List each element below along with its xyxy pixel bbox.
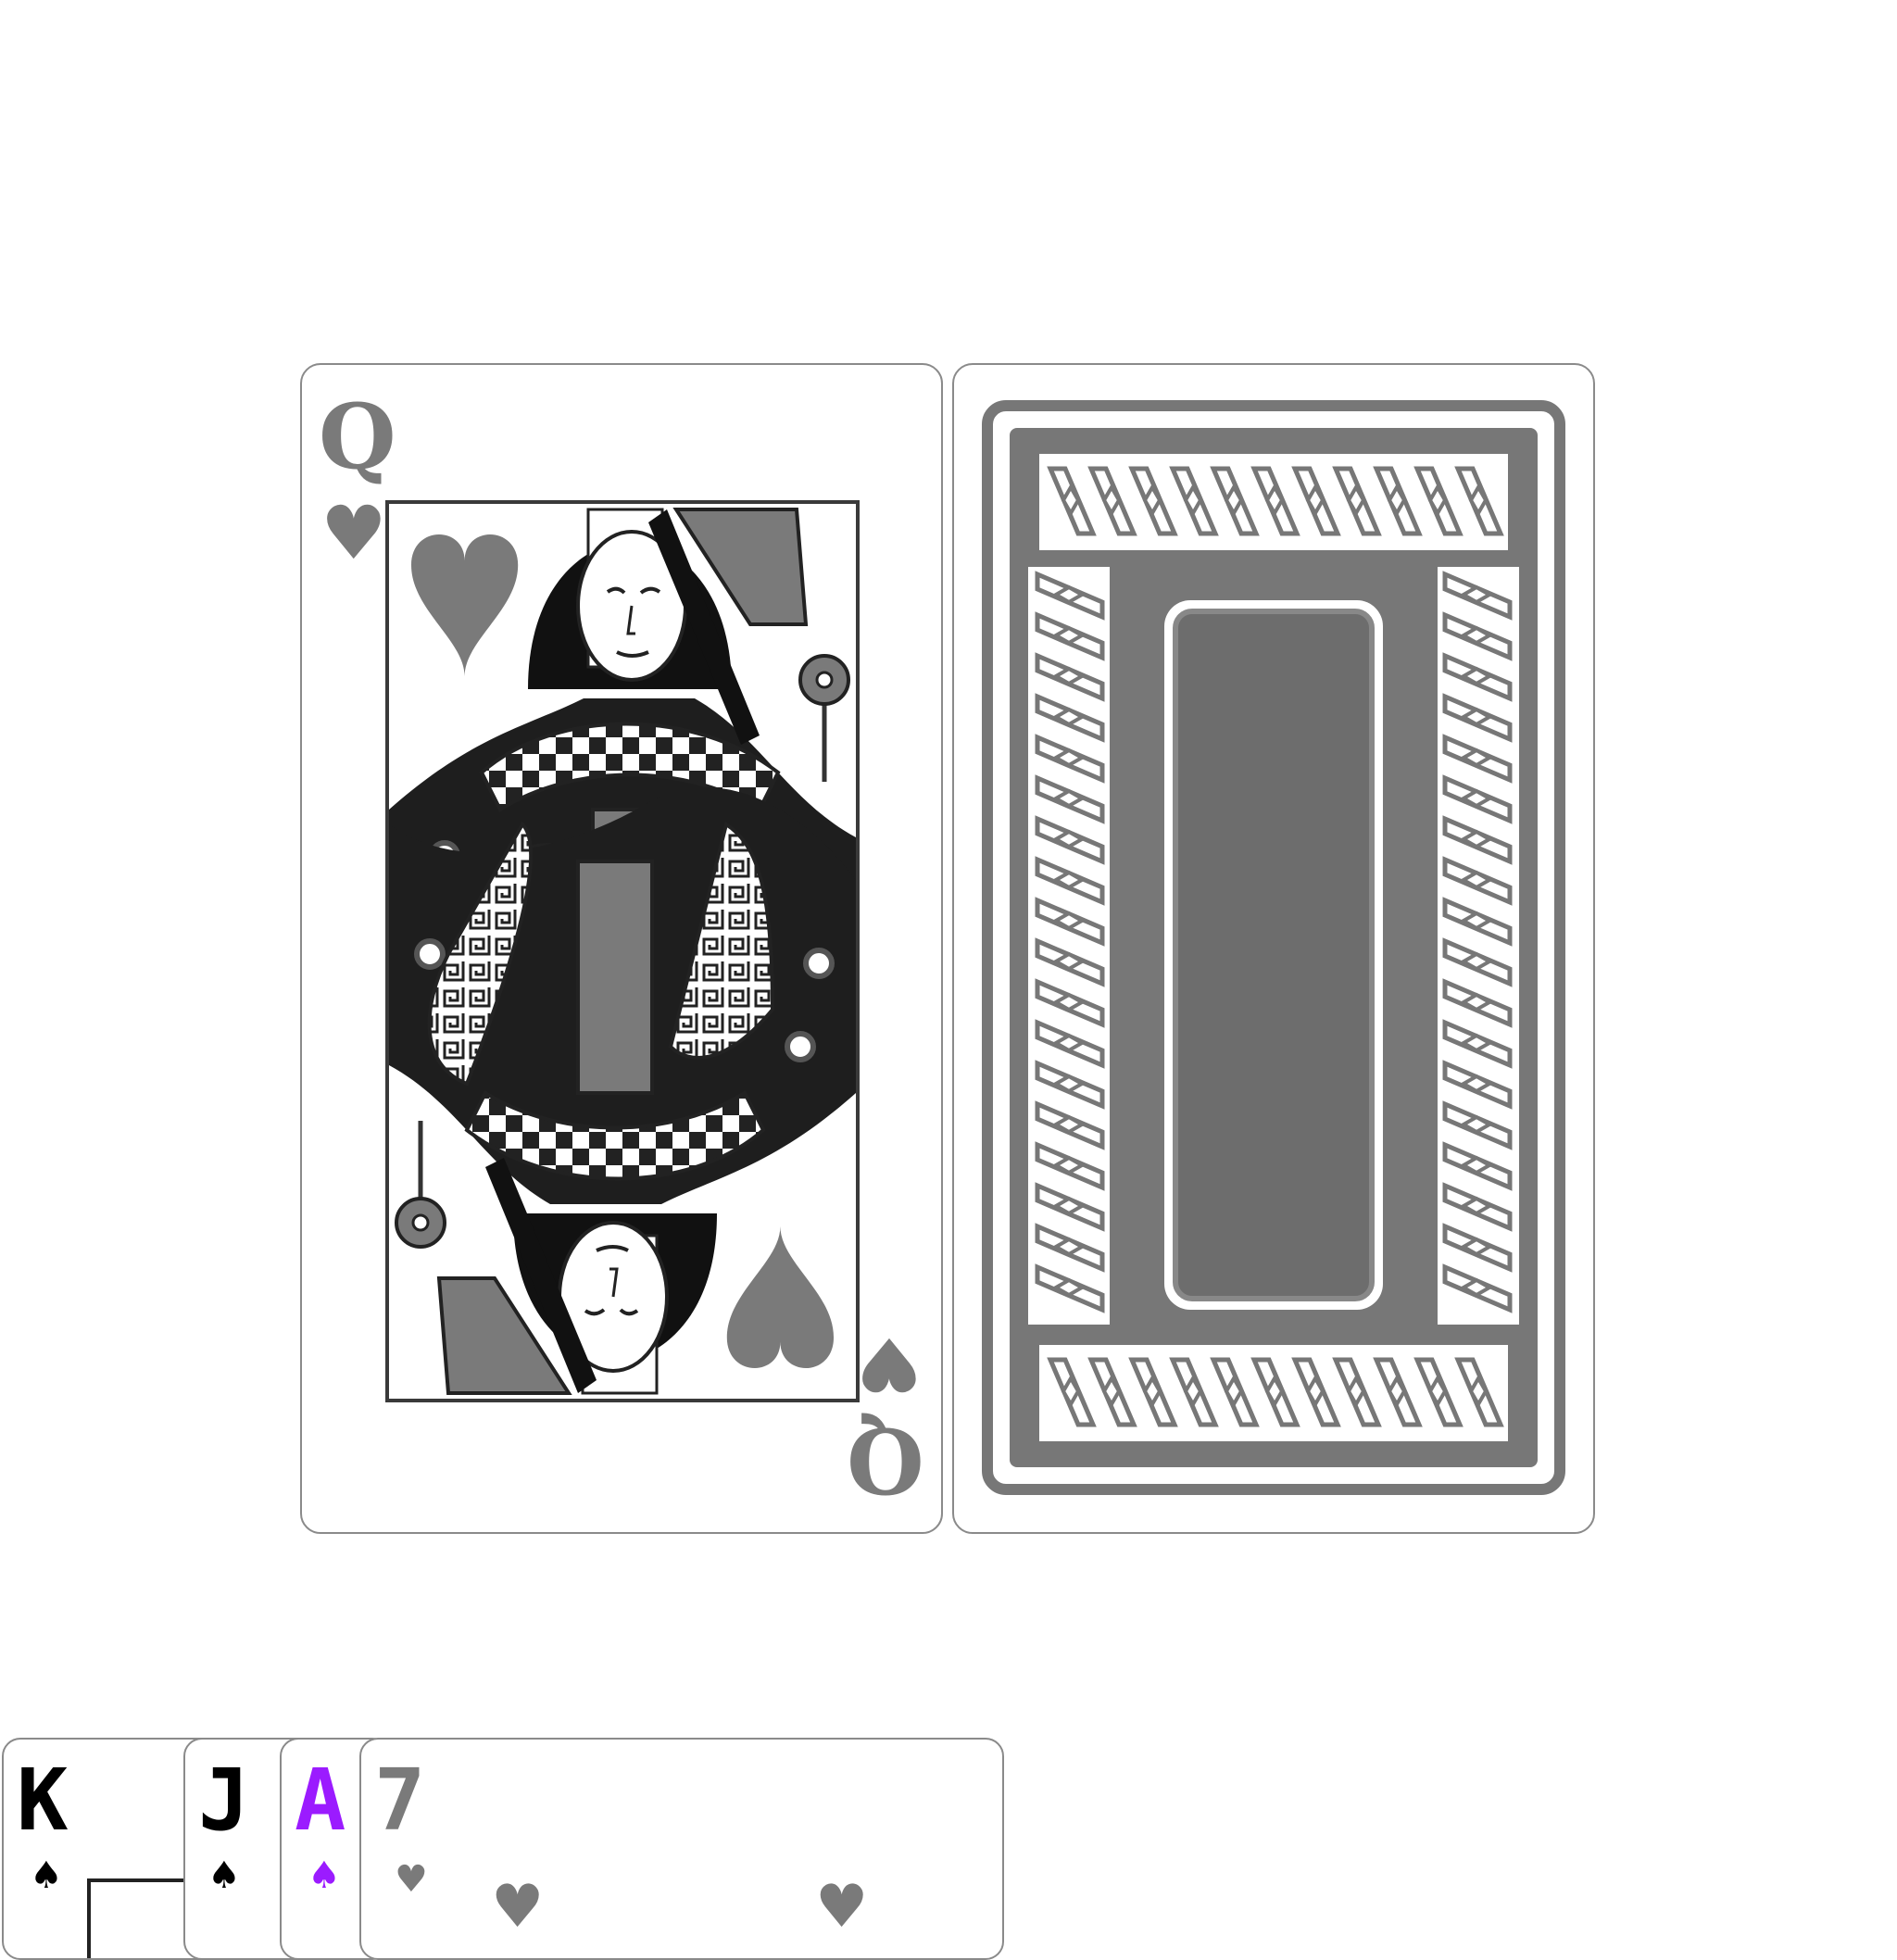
spade-icon: ♠ bbox=[30, 1854, 63, 1897]
queen-illustration bbox=[389, 508, 856, 1395]
hand-card-seven-hearts[interactable]: 7 ♥ ♥ ♥ bbox=[359, 1738, 1004, 1960]
hand-card-rank: K bbox=[17, 1751, 69, 1850]
heart-icon: ♥ bbox=[856, 1321, 923, 1407]
heart-icon bbox=[726, 1226, 834, 1369]
queen-artwork bbox=[385, 500, 860, 1402]
spade-icon: ♠ bbox=[207, 1854, 241, 1897]
card-back[interactable] bbox=[952, 363, 1595, 1534]
spade-icon: ♠ bbox=[308, 1854, 341, 1897]
heart-pip: ♥ bbox=[815, 1873, 869, 1941]
heart-pip: ♥ bbox=[491, 1873, 545, 1941]
queen-of-hearts-card[interactable]: Q ♥ Q ♥ bbox=[300, 363, 943, 1534]
heart-icon: ♥ bbox=[395, 1858, 428, 1901]
heart-icon bbox=[411, 534, 519, 676]
queen-bottom-half bbox=[389, 786, 856, 1395]
hand-card-rank: A bbox=[295, 1751, 346, 1850]
card-rank-bottom: Q bbox=[847, 1408, 924, 1513]
card-rank-top: Q bbox=[319, 384, 396, 489]
hand-card-rank: 7 bbox=[374, 1751, 426, 1850]
card-back-pattern bbox=[982, 400, 1565, 1495]
heart-icon: ♥ bbox=[320, 490, 387, 576]
hand-card-rank: J bbox=[198, 1751, 250, 1850]
